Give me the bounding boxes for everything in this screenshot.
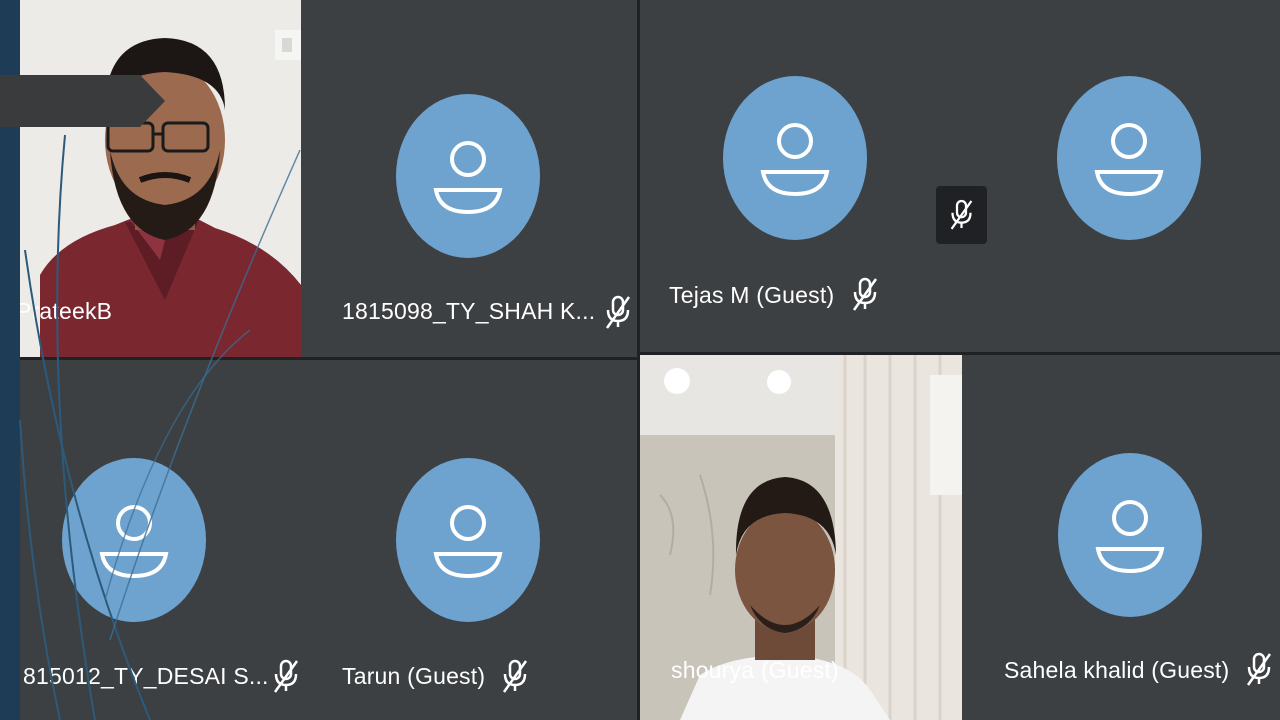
mic-off-icon xyxy=(936,186,987,244)
person-icon xyxy=(396,458,540,622)
participant-tile-unnamed[interactable] xyxy=(962,0,1280,352)
participant-tile-sahela[interactable]: Sahela khalid (Guest) xyxy=(962,355,1280,720)
participant-tile-tarun[interactable]: Tarun (Guest) xyxy=(301,360,637,720)
participant-name: Sahela khalid (Guest) xyxy=(1004,657,1230,683)
mic-off-icon xyxy=(500,658,530,694)
participant-name: 1815098_TY_SHAH K... xyxy=(342,298,596,324)
participant-name: Tejas M (Guest) xyxy=(669,282,835,308)
slide-ribbon-arrow xyxy=(0,75,165,127)
person-icon xyxy=(723,76,867,240)
participant-tile-shourya[interactable]: shourya (Guest) xyxy=(640,355,962,720)
participant-name: 815012_TY_DESAI S... xyxy=(23,663,269,689)
participant-name: PrateekB xyxy=(20,298,113,324)
person-icon xyxy=(1058,453,1202,617)
mic-off-icon xyxy=(271,658,301,694)
person-icon xyxy=(396,94,540,258)
participant-name: Tarun (Guest) xyxy=(342,663,486,689)
participant-tile-desai[interactable]: 815012_TY_DESAI S... xyxy=(20,360,301,720)
participant-tile-shah[interactable]: 1815098_TY_SHAH K... xyxy=(301,0,637,357)
mic-off-icon xyxy=(1244,651,1274,687)
mic-off-icon xyxy=(603,294,633,330)
mic-off-icon xyxy=(850,276,880,312)
person-icon xyxy=(62,458,206,622)
participant-name: shourya (Guest) xyxy=(671,657,839,683)
person-icon xyxy=(1057,76,1201,240)
participant-tile-tejas[interactable]: Tejas M (Guest) xyxy=(640,0,962,352)
participant-tile-prateekb[interactable]: PrateekB xyxy=(20,0,301,357)
